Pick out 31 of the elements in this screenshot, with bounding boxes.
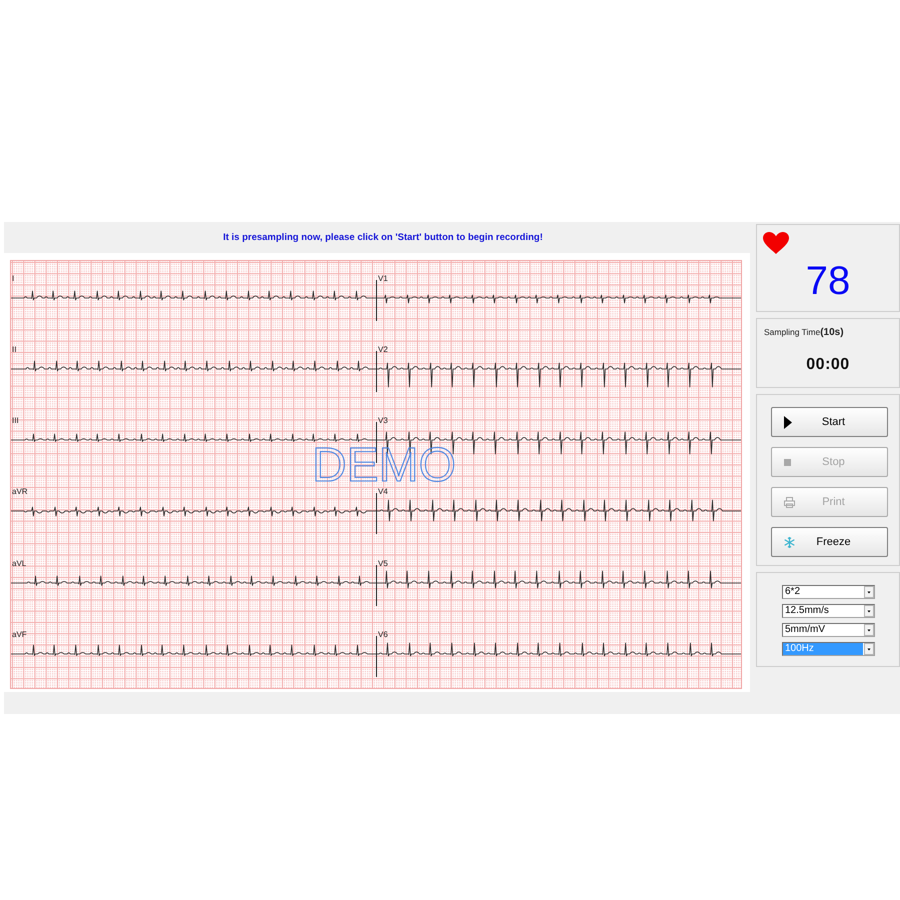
demo-label: DEMO bbox=[312, 442, 456, 490]
caret-icon bbox=[864, 586, 874, 598]
lead-label: V5 bbox=[377, 558, 388, 569]
heart-icon bbox=[763, 232, 789, 254]
lead-label: aVL bbox=[11, 558, 26, 569]
sampling-time-label: Sampling Time(10s) bbox=[764, 326, 845, 339]
heart-rate-value: 78 bbox=[804, 261, 852, 301]
caret-icon bbox=[864, 624, 874, 636]
status-message: It is presampling now, please click on 'Start' button to begin recording! bbox=[223, 232, 543, 244]
lead-label: II bbox=[11, 345, 16, 356]
dropdown[interactable]: 6*2 bbox=[782, 585, 875, 599]
elapsed-time: 00:00 bbox=[805, 355, 851, 375]
lead-label: III bbox=[11, 416, 19, 426]
dropdown[interactable]: 5mm/mV bbox=[782, 623, 875, 637]
lead-label: V6 bbox=[377, 630, 388, 640]
lead-label: V1 bbox=[377, 274, 388, 284]
lead-label: V4 bbox=[377, 487, 388, 498]
start-button[interactable]: Start bbox=[771, 407, 888, 437]
lead-label: V3 bbox=[377, 416, 388, 426]
freeze-button[interactable]: Freeze bbox=[771, 527, 888, 557]
snowflake-icon bbox=[784, 536, 795, 548]
caret-icon bbox=[864, 643, 874, 655]
lead-label: I bbox=[11, 274, 14, 284]
stop-icon bbox=[784, 458, 791, 466]
lead-label: aVR bbox=[11, 487, 28, 498]
lead-label: V2 bbox=[377, 345, 388, 356]
dropdown[interactable]: 12.5mm/s bbox=[782, 604, 875, 618]
printer-icon bbox=[784, 496, 795, 508]
caret-icon bbox=[864, 605, 874, 617]
lead-label: aVF bbox=[11, 630, 27, 640]
play-icon bbox=[784, 416, 792, 428]
